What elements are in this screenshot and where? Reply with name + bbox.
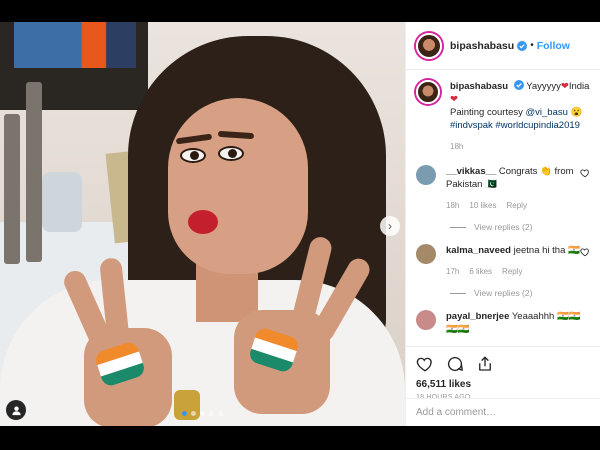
carousel-dot bbox=[200, 411, 205, 416]
caption-age: 18h bbox=[450, 142, 464, 151]
carousel-dot bbox=[218, 411, 223, 416]
comment-likes[interactable]: 6 likes bbox=[469, 265, 492, 278]
heart-emoji: ❤ bbox=[450, 94, 458, 105]
caption-hashtags[interactable]: #indvspak #worldcupindia2019 bbox=[450, 120, 580, 131]
view-replies-label: View replies (2) bbox=[474, 288, 533, 298]
carousel-dot bbox=[182, 411, 187, 416]
caption-line2: Painting courtesy bbox=[450, 107, 523, 118]
candle-holder bbox=[26, 82, 42, 262]
reply-button[interactable]: Reply bbox=[506, 199, 526, 212]
wall-painting bbox=[0, 22, 148, 110]
post-header: bipashabasu • Follow bbox=[406, 22, 600, 70]
post-username[interactable]: bipashabasu bbox=[450, 40, 514, 52]
eye bbox=[218, 146, 244, 161]
comment-body: __vikkas__ Congrats 👏 from Pakistan 🇵🇰 1… bbox=[446, 165, 586, 212]
post-caption: bipashabasu Yayyyyy❤India ❤ Painting cou… bbox=[416, 80, 592, 153]
comment-text: jeetna hi tha bbox=[513, 245, 566, 256]
red-lips bbox=[188, 210, 218, 234]
view-replies-label: View replies (2) bbox=[474, 222, 533, 232]
comment-text: Congrats bbox=[498, 166, 538, 177]
comment-icon[interactable] bbox=[446, 355, 464, 373]
avatar[interactable] bbox=[416, 165, 436, 185]
post-side-panel: bipashabasu • Follow bipashabasu Yayyyyy… bbox=[405, 22, 600, 426]
heart-icon[interactable] bbox=[416, 355, 434, 373]
user-tag-icon bbox=[11, 405, 21, 415]
action-icons bbox=[416, 355, 590, 373]
caption-username[interactable]: bipashabasu bbox=[450, 81, 508, 92]
heart-emoji: ❤ bbox=[560, 81, 569, 92]
heart-icon[interactable] bbox=[580, 247, 590, 257]
comment-username[interactable]: payal_bnerjee bbox=[446, 311, 509, 322]
comment-meta: 18h 10 likes Reply bbox=[446, 199, 586, 212]
comments-list: bipashabasu Yayyyyy❤India ❤ Painting cou… bbox=[406, 70, 600, 346]
likes-count[interactable]: 66,511 likes bbox=[416, 379, 590, 390]
clap-emoji: 👏 bbox=[540, 166, 552, 177]
caption-india: India bbox=[568, 81, 590, 92]
verified-badge-icon bbox=[513, 80, 524, 90]
carousel-dot bbox=[209, 411, 214, 416]
comment-likes[interactable]: 10 likes bbox=[469, 199, 496, 212]
comment-item: __vikkas__ Congrats 👏 from Pakistan 🇵🇰 1… bbox=[416, 165, 592, 212]
comment-age: 17h bbox=[446, 267, 460, 276]
user-tag-button[interactable] bbox=[6, 400, 26, 420]
avatar[interactable] bbox=[416, 244, 436, 264]
follow-button[interactable]: Follow bbox=[537, 40, 570, 52]
avatar[interactable] bbox=[416, 80, 440, 104]
instagram-post-modal: › bipashabasu • Follow bipashabasu Yayyy… bbox=[0, 22, 600, 426]
avatar[interactable] bbox=[416, 310, 436, 330]
carousel-dots bbox=[0, 411, 405, 416]
vase bbox=[42, 172, 82, 232]
comment-username[interactable]: __vikkas__ bbox=[446, 166, 496, 177]
verified-badge-icon bbox=[517, 40, 528, 51]
carousel-next-button[interactable]: › bbox=[380, 216, 400, 236]
post-photo: › bbox=[0, 22, 405, 426]
reply-button[interactable]: Reply bbox=[502, 265, 522, 278]
flag-emoji: 🇵🇰 bbox=[485, 179, 497, 190]
flag-emoji: 🇮🇳 bbox=[568, 245, 580, 256]
carousel-dot bbox=[191, 411, 196, 416]
comment-body: payal_bnerjee Yeaaahhh 🇮🇳🇮🇳🇮🇳🇮🇳 bbox=[446, 310, 586, 336]
separator: • bbox=[530, 40, 534, 51]
comment-body: kalma_naveed jeetna hi tha 🇮🇳 17h 6 like… bbox=[446, 244, 586, 278]
add-comment-input[interactable] bbox=[416, 407, 590, 418]
heart-icon[interactable] bbox=[580, 168, 590, 178]
view-replies-button[interactable]: View replies (2) bbox=[450, 222, 592, 232]
share-icon[interactable] bbox=[476, 355, 494, 373]
comment-text: Yeaaahhh bbox=[511, 311, 555, 322]
caption-text: Yayyyyy bbox=[526, 81, 561, 92]
avatar[interactable] bbox=[416, 32, 442, 59]
view-replies-button[interactable]: View replies (2) bbox=[450, 288, 592, 298]
eye bbox=[180, 148, 206, 163]
chevron-right-icon: › bbox=[388, 219, 392, 233]
comment-age: 18h bbox=[446, 201, 460, 210]
face bbox=[168, 98, 308, 274]
comment-username[interactable]: kalma_naveed bbox=[446, 245, 511, 256]
caption-body: bipashabasu Yayyyyy❤India ❤ Painting cou… bbox=[450, 80, 592, 153]
wow-emoji: 😮 bbox=[570, 107, 583, 118]
comment-item: payal_bnerjee Yeaaahhh 🇮🇳🇮🇳🇮🇳🇮🇳 bbox=[416, 310, 592, 336]
caption-mention[interactable]: @vi_basu bbox=[526, 107, 568, 118]
comment-meta: 17h 6 likes Reply bbox=[446, 265, 586, 278]
add-comment-bar bbox=[406, 398, 600, 426]
candle-holder bbox=[4, 114, 20, 264]
comment-item: kalma_naveed jeetna hi tha 🇮🇳 17h 6 like… bbox=[416, 244, 592, 278]
